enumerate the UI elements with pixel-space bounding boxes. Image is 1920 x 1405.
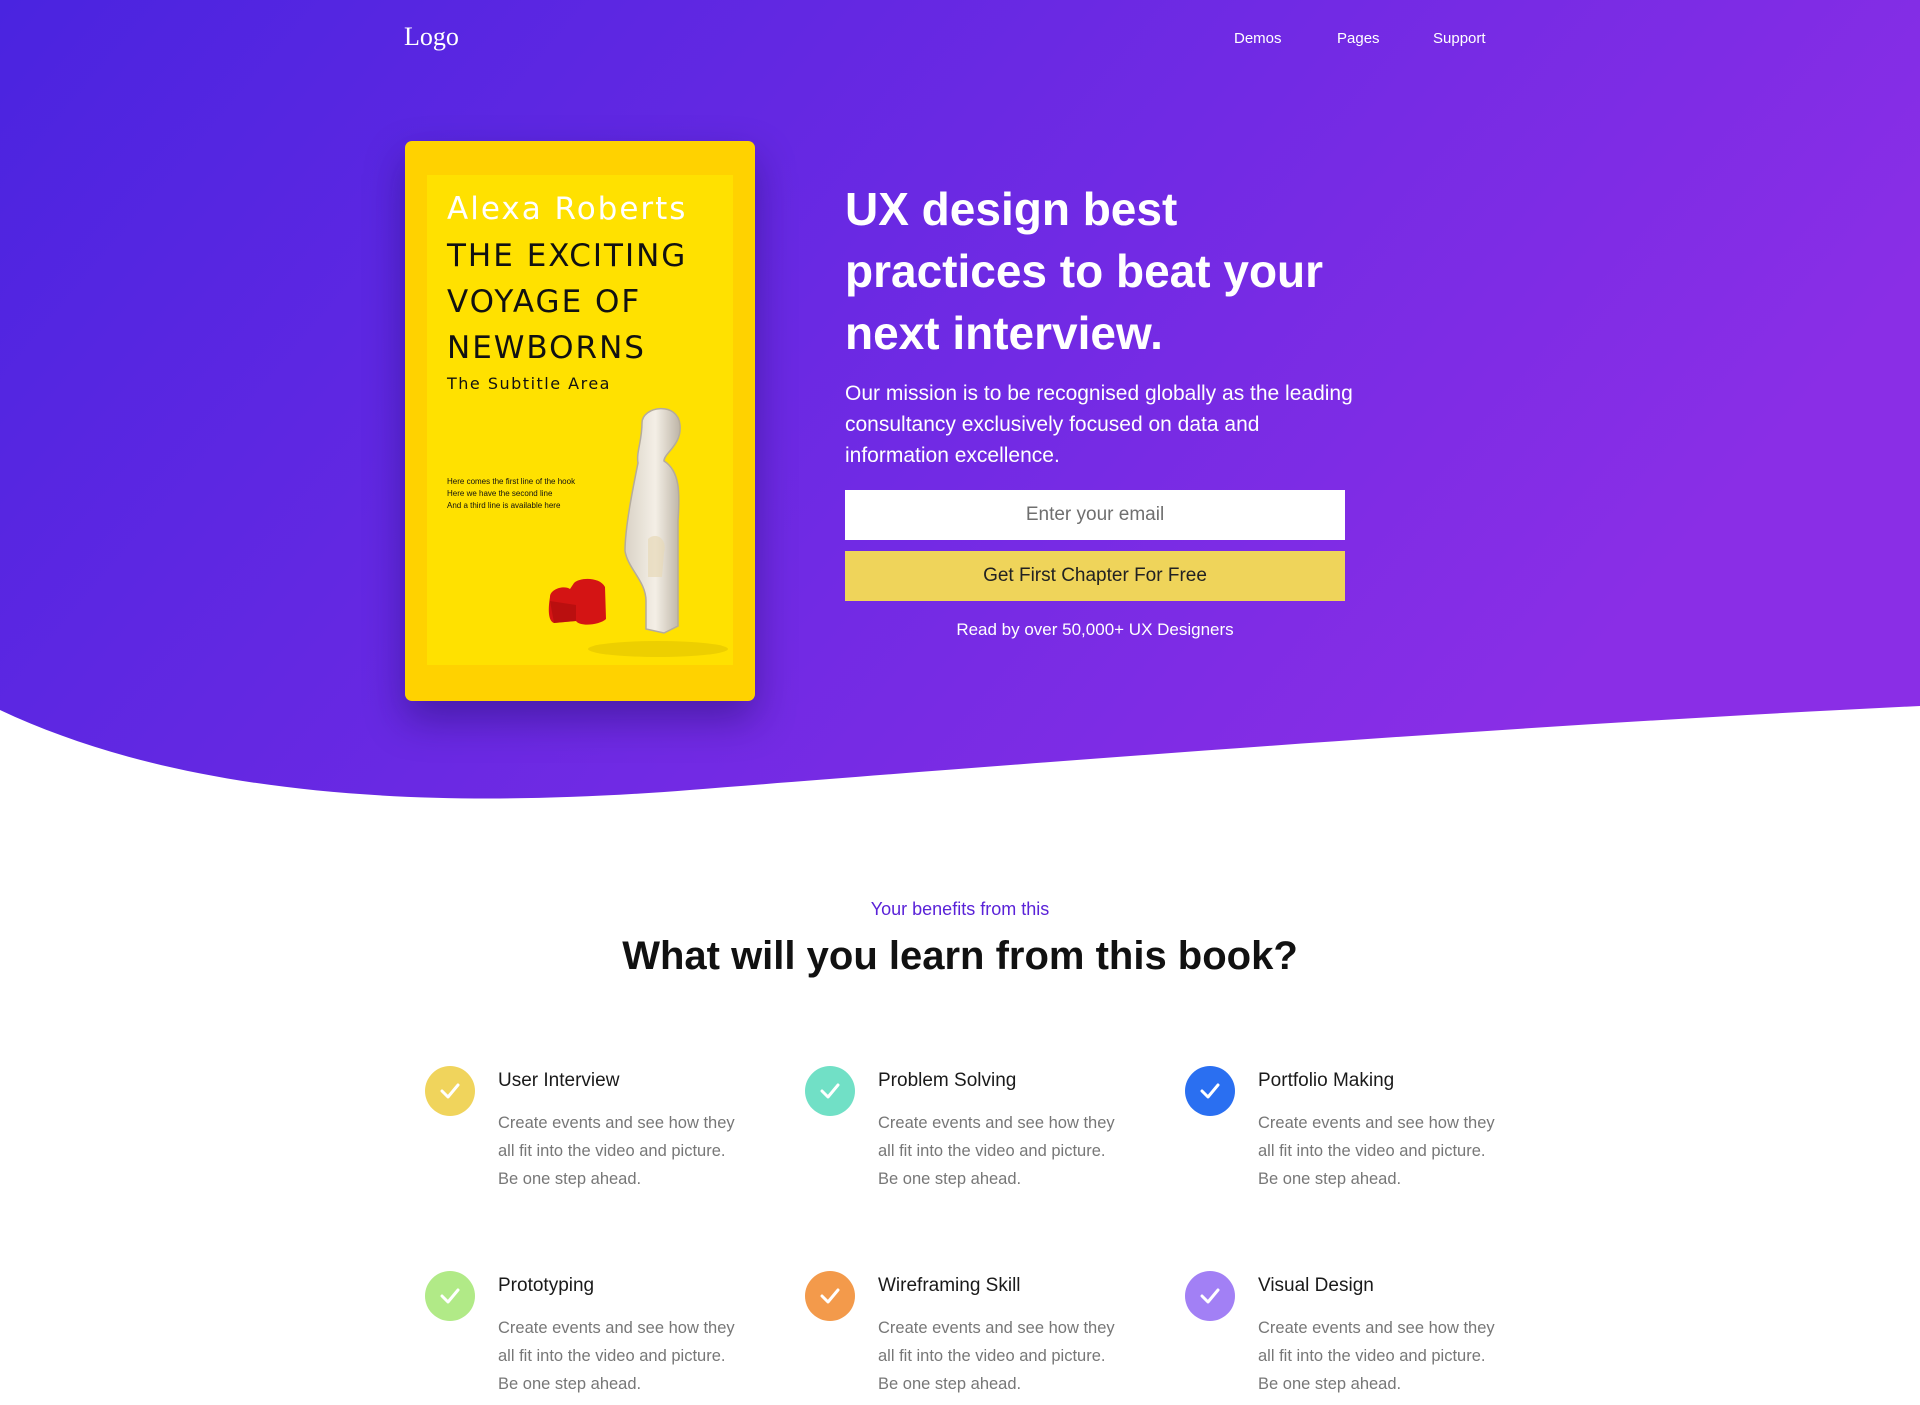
benefit-description: Create events and see how they all fit i…	[498, 1319, 735, 1393]
book-author: Alexa Roberts	[447, 191, 688, 227]
hero-mission-text: Our mission is to be recognised globally…	[845, 382, 1353, 467]
benefit-title: Portfolio Making	[1258, 1070, 1395, 1091]
logo[interactable]: Logo	[404, 22, 459, 52]
benefit-title: Wireframing Skill	[878, 1275, 1021, 1296]
benefit-title: Prototyping	[498, 1275, 595, 1296]
benefit-title: Visual Design	[1258, 1275, 1374, 1296]
benefit-description: Create events and see how they all fit i…	[1258, 1114, 1495, 1188]
benefit-item: Visual Design Create events and see how …	[1185, 1271, 1515, 1405]
check-icon	[425, 1066, 475, 1116]
hero-section: Logo Demos Pages Support Alexa Roberts T…	[0, 0, 1920, 810]
section-eyebrow: Your benefits from this	[870, 899, 1050, 919]
nav-link-demos[interactable]: Demos	[1234, 30, 1282, 47]
benefit-item: Portfolio Making Create events and see h…	[1185, 1066, 1515, 1206]
nav-link-support[interactable]: Support	[1433, 30, 1486, 47]
book-title: THE EXCITING VOYAGE OF NEWBORNS	[447, 238, 688, 366]
benefit-description: Create events and see how they all fit i…	[1258, 1319, 1495, 1393]
book-cover: Alexa Roberts THE EXCITING VOYAGE OF NEW…	[405, 141, 755, 701]
benefit-item: Wireframing Skill Create events and see …	[805, 1271, 1135, 1405]
check-icon	[1185, 1066, 1235, 1116]
nav-link-pages[interactable]: Pages	[1337, 30, 1380, 47]
book-illustration	[548, 407, 728, 657]
top-nav: Logo Demos Pages Support	[0, 0, 1920, 80]
readers-note: Read by over 50,000+ UX Designers	[956, 620, 1234, 639]
check-icon	[425, 1271, 475, 1321]
benefit-title: Problem Solving	[878, 1070, 1017, 1091]
benefit-item: Problem Solving Create events and see ho…	[805, 1066, 1135, 1206]
benefit-description: Create events and see how they all fit i…	[498, 1114, 735, 1188]
email-input[interactable]	[845, 490, 1345, 540]
hero-headline: UX design best practices to beat your ne…	[845, 183, 1324, 359]
benefit-item: User Interview Create events and see how…	[425, 1066, 755, 1206]
check-icon	[805, 1271, 855, 1321]
get-first-chapter-button[interactable]: Get First Chapter For Free	[845, 551, 1345, 601]
book-subtitle: The Subtitle Area	[447, 374, 611, 393]
benefit-title: User Interview	[498, 1070, 620, 1091]
section-title: What will you learn from this book?	[622, 934, 1298, 978]
benefit-description: Create events and see how they all fit i…	[878, 1114, 1115, 1188]
benefit-description: Create events and see how they all fit i…	[878, 1319, 1115, 1393]
check-icon	[805, 1066, 855, 1116]
benefit-item: Prototyping Create events and see how th…	[425, 1271, 755, 1405]
check-icon	[1185, 1271, 1235, 1321]
